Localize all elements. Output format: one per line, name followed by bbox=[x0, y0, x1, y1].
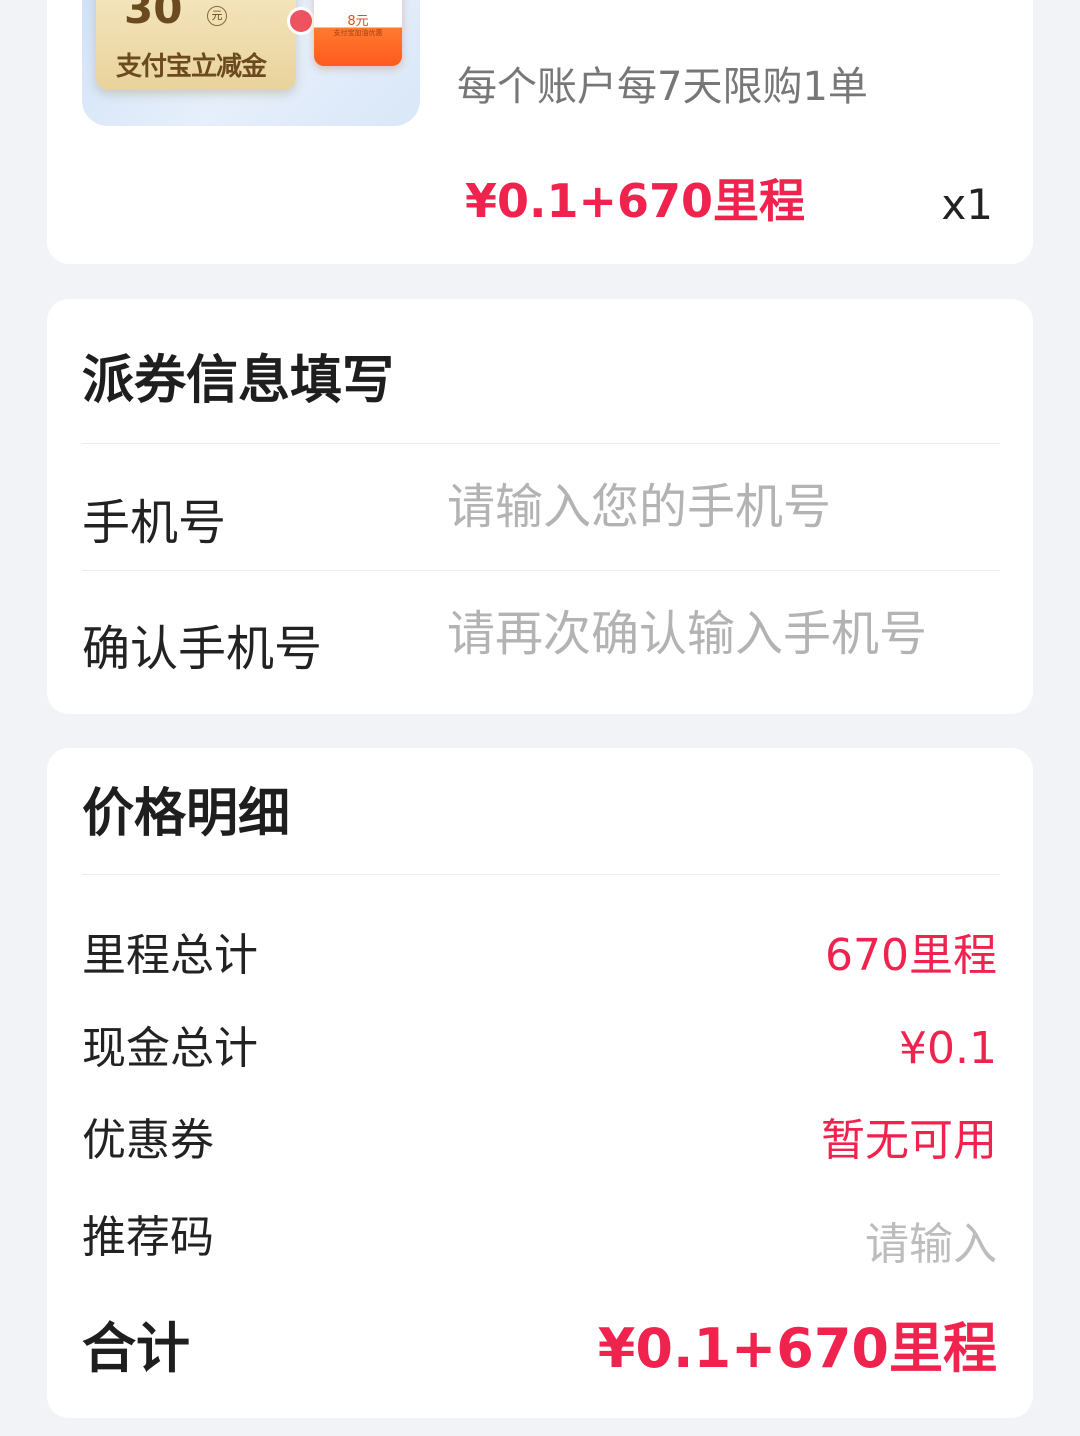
product-price: ¥0.1+670里程 bbox=[465, 174, 806, 228]
total-value: ¥0.1+670里程 bbox=[597, 1317, 997, 1380]
product-quantity: x1 bbox=[941, 180, 993, 229]
coupon-value[interactable]: 暂无可用 bbox=[821, 1115, 997, 1167]
cash-total-label: 现金总计 bbox=[82, 1023, 258, 1074]
price-detail-title: 价格明细 bbox=[82, 784, 291, 844]
referral-code-input[interactable] bbox=[697, 1216, 997, 1272]
product-image[interactable]: 30 元 支付宝立减金 8元 支付宝加油优惠 bbox=[82, 0, 420, 126]
coupon-label: 优惠券 bbox=[82, 1115, 214, 1166]
cash-total-value: ¥0.1 bbox=[899, 1023, 997, 1074]
referral-code-label: 推荐码 bbox=[82, 1212, 214, 1263]
red-packet-icon bbox=[290, 10, 312, 32]
mileage-total-label: 里程总计 bbox=[82, 930, 258, 981]
mileage-total-value: 670里程 bbox=[825, 930, 997, 981]
yuan-badge: 元 bbox=[207, 6, 227, 26]
product-title-clipped bbox=[459, 0, 471, 6]
coupon-info-card: 派券信息填写 手机号 确认手机号 bbox=[47, 299, 1033, 714]
fuel-coupon-graphic: 8元 支付宝加油优惠 bbox=[314, 0, 402, 66]
divider bbox=[82, 570, 1000, 571]
phone-input[interactable] bbox=[447, 477, 981, 537]
divider bbox=[82, 443, 1000, 444]
phone-label: 手机号 bbox=[82, 495, 227, 551]
divider bbox=[82, 874, 1000, 875]
fuel-coupon-caption: 支付宝加油优惠 bbox=[333, 29, 383, 37]
total-label: 合计 bbox=[82, 1317, 190, 1380]
alipay-discount-card-graphic: 30 元 支付宝立减金 bbox=[96, 0, 296, 90]
discount-amount: 30 bbox=[124, 0, 183, 33]
fuel-coupon-amount: 8元 bbox=[347, 14, 369, 29]
confirm-phone-input[interactable] bbox=[447, 604, 981, 664]
price-detail-card: 价格明细 里程总计 670里程 现金总计 ¥0.1 优惠券 暂无可用 推荐码 合… bbox=[47, 748, 1033, 1418]
coupon-info-title: 派券信息填写 bbox=[82, 351, 395, 411]
purchase-limit-text: 每个账户每7天限购1单 bbox=[457, 64, 868, 110]
confirm-phone-label: 确认手机号 bbox=[82, 621, 323, 677]
discount-caption: 支付宝立减金 bbox=[116, 52, 267, 82]
product-card: 30 元 支付宝立减金 8元 支付宝加油优惠 每个账户每7天限购1单 ¥0.1+… bbox=[47, 0, 1033, 264]
